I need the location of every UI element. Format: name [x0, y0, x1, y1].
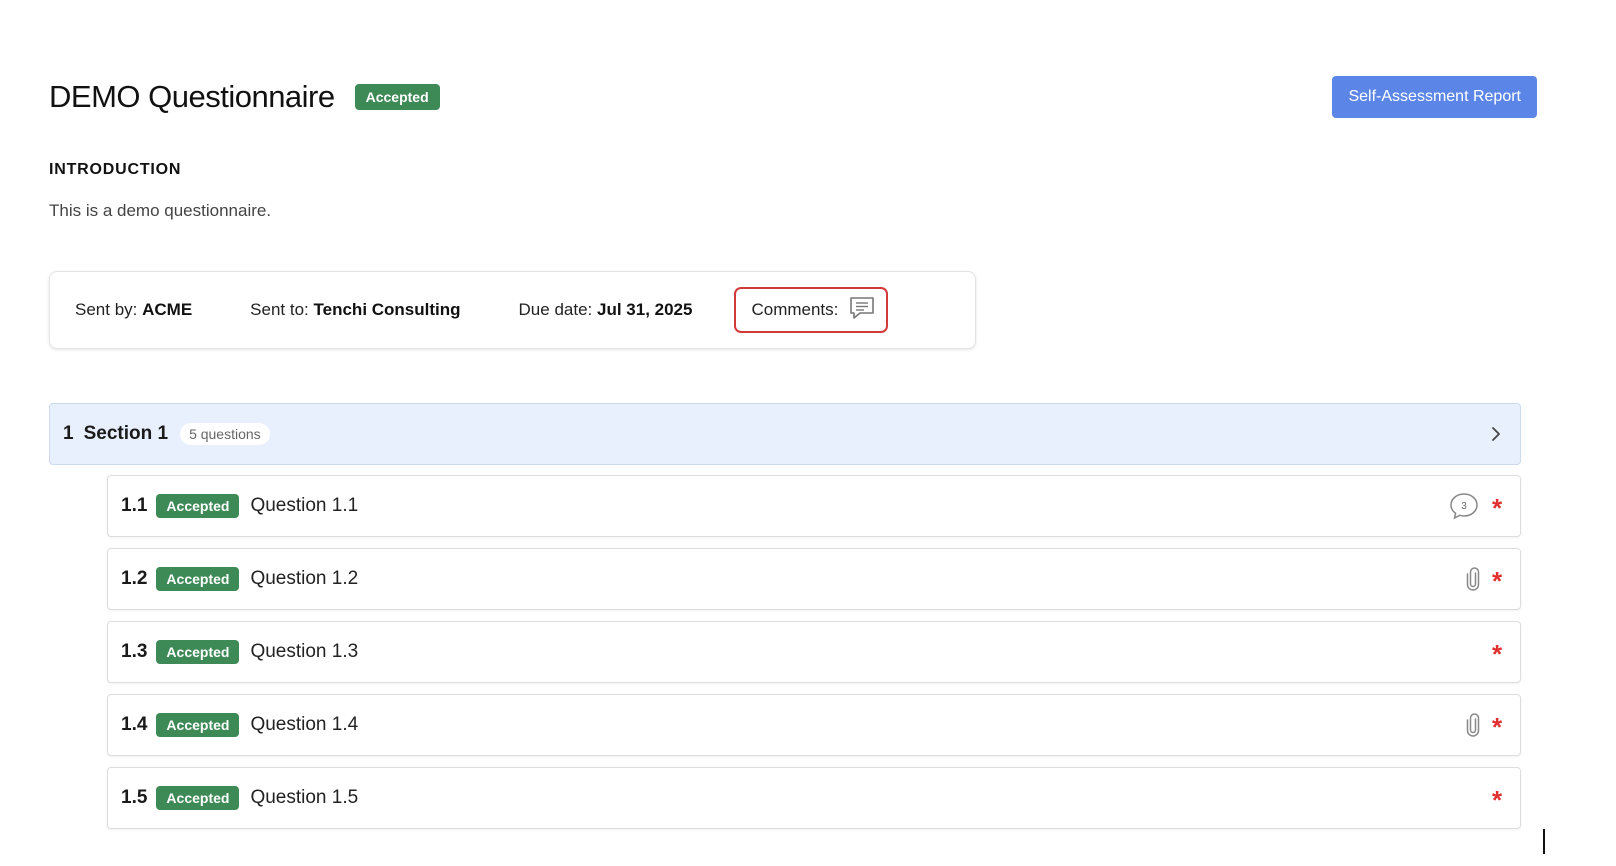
- section-title: Section 1: [83, 423, 169, 444]
- section-question-count: 5 questions: [180, 423, 270, 445]
- question-status-badge: Accepted: [156, 786, 240, 810]
- question-title: Question 1.1: [250, 495, 359, 516]
- paperclip-icon[interactable]: [1466, 713, 1480, 737]
- comments-button[interactable]: Comments:: [734, 287, 889, 333]
- due-date-label: Due date:: [518, 300, 593, 319]
- questionnaire-meta-card: Sent by: ACME Sent to: Tenchi Consulting…: [49, 271, 976, 349]
- question-row-1-1[interactable]: 1.1 Accepted Question 1.1 3 *: [107, 475, 1521, 537]
- introduction-heading: INTRODUCTION: [49, 161, 182, 178]
- question-number: 1.5: [121, 787, 148, 808]
- question-icons: *: [1488, 783, 1506, 813]
- status-badge: Accepted: [354, 84, 440, 110]
- question-icons: *: [1466, 564, 1506, 594]
- question-title: Question 1.3: [250, 641, 359, 662]
- comment-icon: [848, 295, 876, 326]
- question-icons: *: [1466, 710, 1506, 740]
- question-row-1-3[interactable]: 1.3 Accepted Question 1.3 *: [107, 621, 1521, 683]
- sent-to-label: Sent to:: [250, 300, 309, 319]
- question-icons: 3 *: [1448, 491, 1506, 521]
- chevron-right-icon[interactable]: [1490, 425, 1502, 443]
- question-status-badge: Accepted: [156, 494, 240, 518]
- question-number: 1.1: [121, 495, 148, 516]
- question-title: Question 1.5: [250, 787, 359, 808]
- comment-count: 3: [1461, 501, 1467, 512]
- required-asterisk: *: [1491, 493, 1503, 523]
- sent-by: Sent by: ACME: [75, 300, 192, 320]
- question-number: 1.4: [121, 714, 148, 735]
- question-status-badge: Accepted: [156, 640, 240, 664]
- required-asterisk: *: [1491, 785, 1503, 815]
- question-row-1-4[interactable]: 1.4 Accepted Question 1.4 *: [107, 694, 1521, 756]
- self-assessment-report-button[interactable]: Self-Assessment Report: [1332, 76, 1537, 118]
- due-date: Due date: Jul 31, 2025: [519, 300, 693, 320]
- question-row-1-2[interactable]: 1.2 Accepted Question 1.2 *: [107, 548, 1521, 610]
- sent-by-label: Sent by:: [75, 300, 138, 319]
- sent-by-value: ACME: [142, 300, 193, 319]
- question-title: Question 1.2: [250, 568, 359, 589]
- question-list: 1.1 Accepted Question 1.1 3 * 1.2 Accept…: [107, 475, 1521, 840]
- question-number: 1.3: [121, 641, 148, 662]
- questionnaire-page: DEMO Questionnaire Accepted Self-Assessm…: [0, 0, 1616, 866]
- page-header: DEMO Questionnaire Accepted Self-Assessm…: [49, 74, 1537, 120]
- page-title: DEMO Questionnaire: [49, 79, 335, 114]
- question-title: Question 1.4: [250, 714, 359, 735]
- comment-count-icon[interactable]: 3: [1448, 491, 1480, 521]
- sent-to-value: Tenchi Consulting: [313, 300, 461, 319]
- required-asterisk: *: [1491, 712, 1503, 742]
- text-cursor: [1543, 829, 1545, 854]
- paperclip-icon[interactable]: [1466, 567, 1480, 591]
- introduction-text: This is a demo questionnaire.: [49, 201, 272, 220]
- question-status-badge: Accepted: [156, 713, 240, 737]
- section-number: 1: [63, 423, 74, 444]
- sent-to: Sent to: Tenchi Consulting: [250, 300, 460, 320]
- comments-label: Comments:: [751, 300, 839, 319]
- question-status-badge: Accepted: [156, 567, 240, 591]
- due-date-value: Jul 31, 2025: [597, 300, 693, 319]
- question-icons: *: [1488, 637, 1506, 667]
- required-asterisk: *: [1491, 639, 1503, 669]
- required-asterisk: *: [1491, 566, 1503, 596]
- question-number: 1.2: [121, 568, 148, 589]
- question-row-1-5[interactable]: 1.5 Accepted Question 1.5 *: [107, 767, 1521, 829]
- section-1-header[interactable]: 1 Section 1 5 questions: [49, 403, 1521, 465]
